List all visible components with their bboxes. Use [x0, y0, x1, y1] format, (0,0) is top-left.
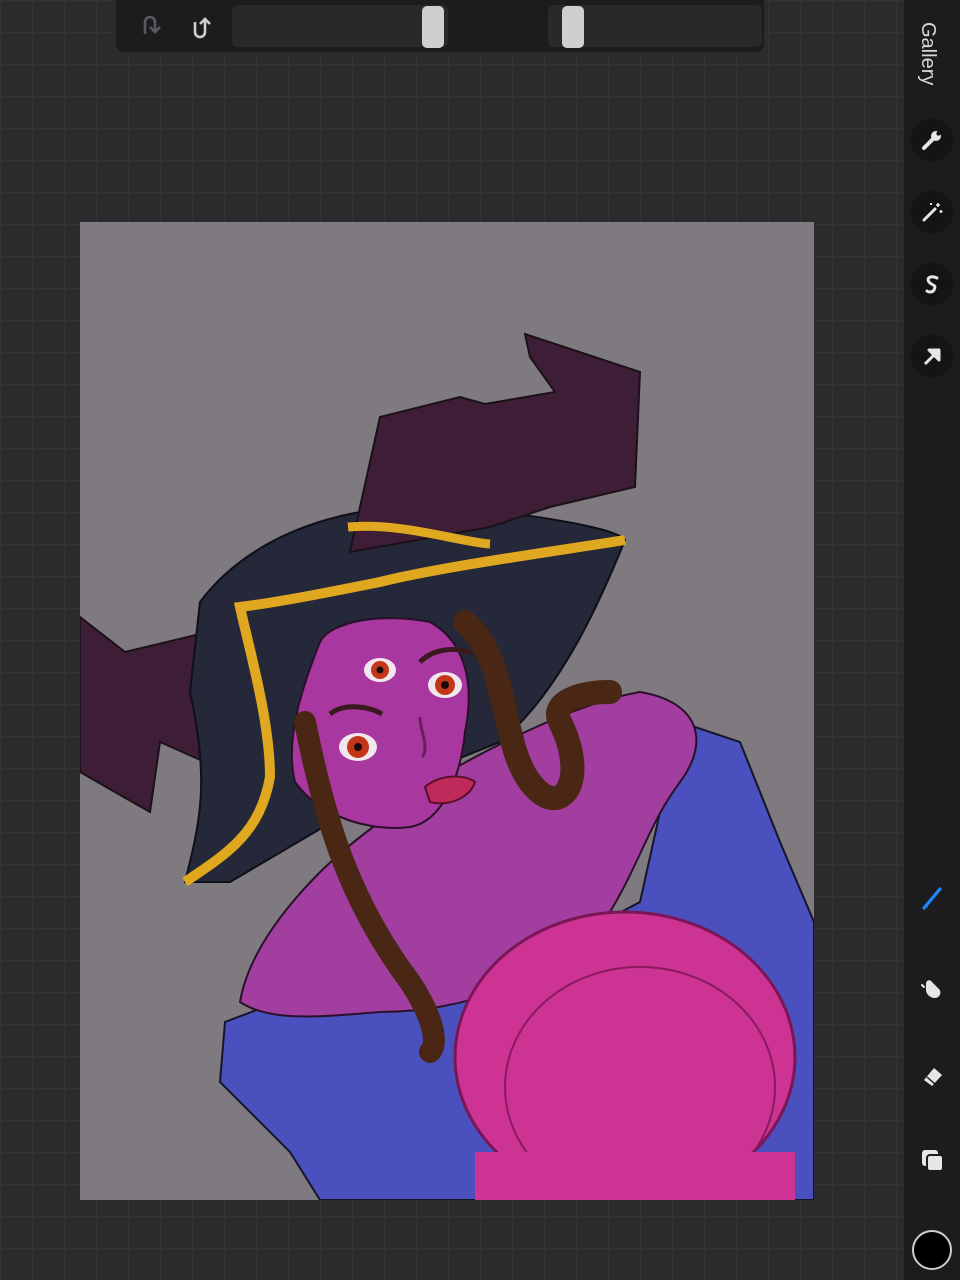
- gallery-button[interactable]: Gallery: [916, 22, 939, 85]
- artwork-illustration: [80, 332, 814, 1200]
- top-toolbar: [116, 0, 764, 52]
- opacity-knob[interactable]: [562, 6, 584, 48]
- magic-wand-icon[interactable]: [910, 190, 954, 234]
- smudge-finger-icon[interactable]: [910, 966, 954, 1010]
- hat-horn: [348, 332, 642, 554]
- brush-size-slider[interactable]: [232, 5, 448, 47]
- undo-icon[interactable]: [134, 10, 166, 42]
- eraser-icon[interactable]: [910, 1054, 954, 1098]
- current-color-swatch[interactable]: [912, 1230, 952, 1270]
- brush-size-knob[interactable]: [422, 6, 444, 48]
- right-sidebar: Gallery: [904, 0, 960, 1280]
- brush-icon[interactable]: [910, 876, 954, 920]
- drawing-canvas[interactable]: [80, 222, 814, 1200]
- layers-icon[interactable]: [910, 1138, 954, 1182]
- arrow-cursor-icon[interactable]: [910, 334, 954, 378]
- selection-s-icon[interactable]: [910, 262, 954, 306]
- wrench-icon[interactable]: [910, 118, 954, 162]
- redo-icon[interactable]: [184, 10, 216, 42]
